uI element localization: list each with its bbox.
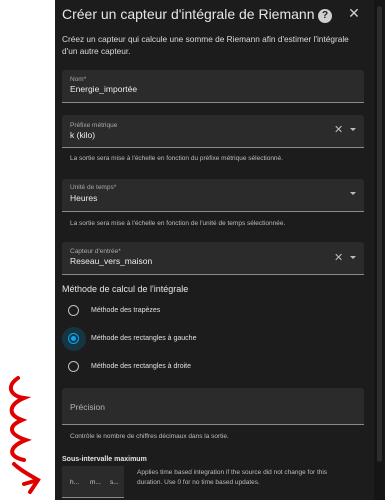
time-unit-value: Heures [70,193,98,203]
precision-input[interactable]: Précision [62,388,364,425]
chevron-down-icon[interactable] [350,192,356,195]
metric-prefix-helper: La sortie sera mise à l'échelle en fonct… [70,155,283,162]
radio-left-label: Méthode des rectangles à gauche [91,335,197,342]
hours-input[interactable]: h... [70,479,79,486]
method-section-title: Méthode de calcul de l'intégrale [62,284,189,294]
clear-icon[interactable]: ✕ [334,123,343,136]
close-icon[interactable]: ✕ [347,6,361,20]
radio-button-checked[interactable] [68,333,79,344]
duration-input[interactable]: h... m... s... [62,466,124,498]
time-unit-helper: La sortie sera mise à l'échelle en fonct… [70,220,286,227]
dialog-title: Créer un capteur d'intégrale de Riemann [62,6,315,22]
input-sensor-select[interactable]: Capteur d'entrée* Reseau_vers_maison ✕ [62,242,364,275]
red-scribble-annotation [8,376,41,494]
seconds-input[interactable]: s... [110,479,119,486]
precision-placeholder: Précision [70,402,105,412]
radio-trapezoidal-label: Méthode des trapèzes [91,307,161,314]
radio-button[interactable] [68,361,79,372]
precision-helper: Contrôle le nombre de chiffres décimaux … [70,433,229,440]
scrollbar[interactable] [374,0,385,500]
metric-prefix-value: k (kilo) [70,130,96,140]
input-sensor-label: Capteur d'entrée* [70,248,121,255]
name-value: Energie_importée [70,84,138,94]
name-field[interactable]: Nom* Energie_importée [62,70,364,103]
radio-right-label: Méthode des rectangles à droite [91,363,192,370]
name-label: Nom* [70,76,87,83]
metric-prefix-label: Préfixe métrique [70,122,118,129]
sub-interval-helper: Applies time based integration if the so… [137,469,328,486]
time-unit-select[interactable]: Unité de temps* Heures [62,179,364,212]
time-unit-label: Unité de temps* [70,184,117,191]
input-sensor-value: Reseau_vers_maison [70,256,153,266]
chevron-down-icon[interactable] [350,128,356,131]
dialog-description: Créez un capteur qui calcule une somme d… [62,34,349,56]
clear-icon[interactable]: ✕ [334,251,343,264]
chevron-down-icon[interactable] [350,256,356,259]
help-icon[interactable]: ? [318,9,332,23]
radio-button[interactable] [68,305,79,316]
scrollbar-thumb[interactable] [377,6,382,462]
riemann-dialog: Créer un capteur d'intégrale de Riemann … [55,0,374,500]
minutes-input[interactable]: m... [90,479,101,486]
metric-prefix-select[interactable]: Préfixe métrique k (kilo) ✕ [62,115,364,148]
sub-interval-title: Sous-intervalle maximum [62,456,147,463]
